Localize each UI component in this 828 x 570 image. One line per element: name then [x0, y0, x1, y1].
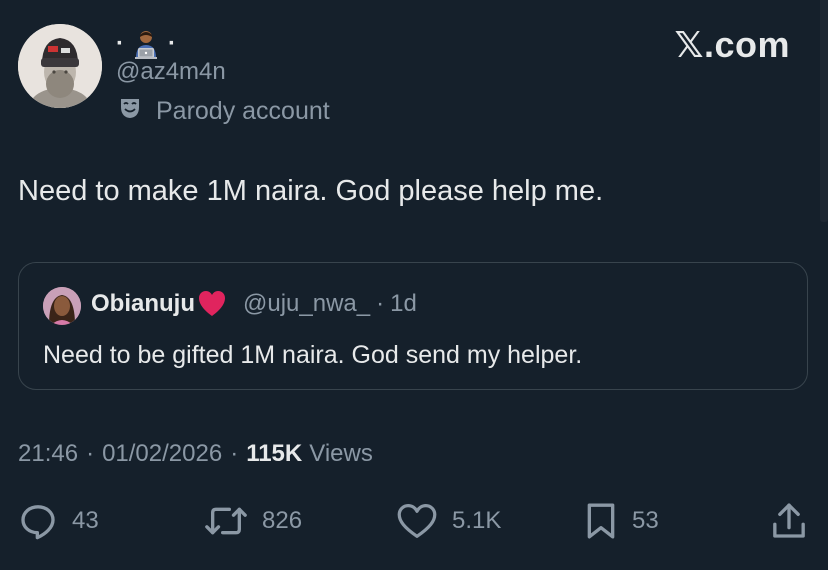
- avatar[interactable]: [18, 24, 102, 108]
- quote-text: Need to be gifted 1M naira. God send my …: [43, 341, 583, 369]
- reply-button[interactable]: 43: [18, 498, 99, 544]
- technologist-emoji-icon: [130, 28, 162, 60]
- bookmark-button[interactable]: 53: [584, 498, 659, 544]
- display-name-dot: ·: [116, 30, 124, 57]
- quote-author-handle[interactable]: @uju_nwa_: [243, 290, 370, 318]
- repost-button[interactable]: 826: [204, 498, 302, 544]
- action-bar: 43 826 5.1K 53: [18, 498, 808, 544]
- scrollbar[interactable]: [820, 0, 828, 222]
- bookmark-count: 53: [632, 507, 659, 534]
- share-button[interactable]: [770, 498, 808, 544]
- author-handle[interactable]: @az4m4n: [116, 58, 226, 86]
- meta-separator: ·: [230, 440, 239, 467]
- x-logo[interactable]: 𝕏.com: [674, 24, 790, 66]
- post-text: Need to make 1M naira. God please help m…: [18, 175, 604, 207]
- parody-mask-icon: [118, 96, 142, 127]
- meta-separator: ·: [86, 440, 95, 467]
- bookmark-icon: [584, 501, 618, 541]
- heart-outline-icon: [396, 501, 438, 541]
- post-meta: 21:46 · 01/02/2026 · 115K Views: [18, 440, 373, 468]
- quote-avatar[interactable]: [43, 287, 81, 325]
- reply-icon: [18, 501, 58, 541]
- reply-count: 43: [72, 507, 99, 534]
- quoted-post[interactable]: Obianuju @uju_nwa_ · 1d Need to be gifte…: [18, 262, 808, 390]
- quote-timestamp[interactable]: 1d: [390, 290, 417, 318]
- quote-author-name[interactable]: Obianuju: [91, 290, 195, 318]
- views-label[interactable]: Views: [309, 440, 373, 468]
- parody-label: Parody account: [118, 96, 330, 127]
- red-heart-icon: [197, 289, 227, 319]
- like-button[interactable]: 5.1K: [396, 498, 501, 544]
- quote-separator: ·: [376, 290, 385, 317]
- repost-icon: [204, 501, 248, 541]
- like-count: 5.1K: [452, 507, 502, 534]
- display-name-dot: ·: [168, 30, 176, 57]
- post-time[interactable]: 21:46: [18, 440, 78, 468]
- parody-text: Parody account: [156, 97, 330, 125]
- post-date[interactable]: 01/02/2026: [102, 440, 222, 468]
- quote-header: Obianuju @uju_nwa_ · 1d: [91, 289, 417, 319]
- display-name[interactable]: · ·: [116, 28, 176, 60]
- post-header: · · @az4m4n Parody account 𝕏.com: [18, 24, 810, 134]
- repost-count: 826: [262, 507, 303, 534]
- share-icon: [770, 501, 808, 541]
- views-count[interactable]: 115K: [246, 440, 302, 468]
